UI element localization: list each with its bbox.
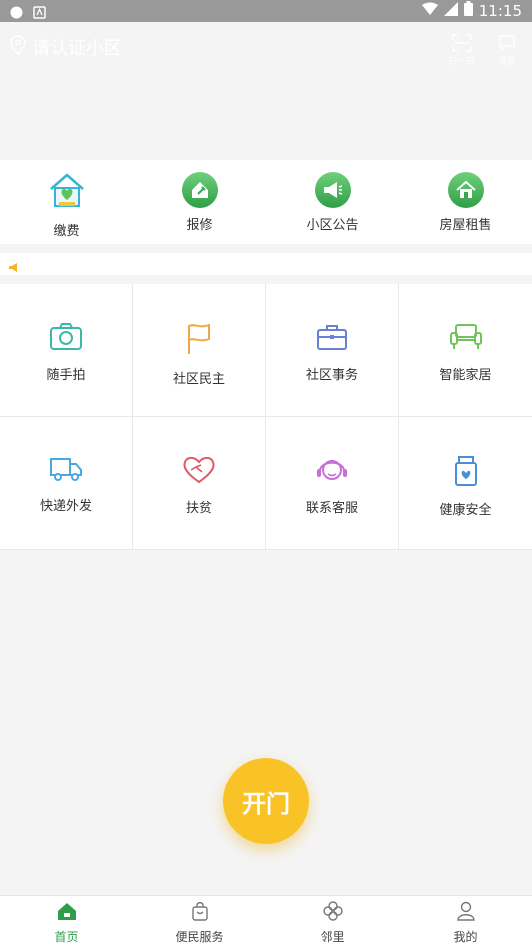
wifi-icon xyxy=(421,2,438,20)
location-selector[interactable]: 请认证小区 xyxy=(10,34,122,60)
repair-icon xyxy=(181,172,218,208)
house-icon xyxy=(447,172,484,208)
message-button[interactable]: 消息 xyxy=(498,34,516,67)
signal-icon xyxy=(443,1,458,20)
header: 请认证小区 扫一扫 消息 xyxy=(0,22,532,160)
service-photo-report[interactable]: 随手拍 xyxy=(0,284,133,417)
tab-mine[interactable]: 我的 xyxy=(399,896,532,944)
announcement-icon xyxy=(8,258,20,277)
notification-dot-icon xyxy=(10,4,23,23)
message-label: 消息 xyxy=(498,57,517,67)
service-express-delivery[interactable]: 快递外发 xyxy=(0,417,133,550)
location-pin-icon xyxy=(10,34,26,60)
truck-icon xyxy=(49,455,83,487)
location-text: 请认证小区 xyxy=(32,38,122,59)
service-health-safety[interactable]: 健康安全 xyxy=(399,417,532,550)
service-smart-home[interactable]: 智能家居 xyxy=(399,284,532,417)
jar-icon xyxy=(452,455,480,491)
clover-icon xyxy=(322,901,343,925)
service-community-affairs[interactable]: 社区事务 xyxy=(266,284,399,417)
notice-bar[interactable] xyxy=(0,253,532,275)
scan-icon xyxy=(448,34,475,52)
service-community-democracy[interactable]: 社区民主 xyxy=(133,284,266,417)
clock: 11:15 xyxy=(478,1,522,20)
service-customer-support[interactable]: 联系客服 xyxy=(266,417,399,550)
open-door-button[interactable]: 开门 xyxy=(223,758,309,844)
quick-action-repair[interactable]: 报修 xyxy=(133,160,266,244)
battery-icon xyxy=(463,1,473,20)
tab-neighbors[interactable]: 邻里 xyxy=(266,896,399,944)
status-bar: 11:15 xyxy=(0,0,532,22)
scan-button[interactable]: 扫一扫 xyxy=(448,34,475,67)
camera-icon xyxy=(49,322,83,356)
quick-action-payment[interactable]: 缴费 xyxy=(0,160,133,244)
house-heart-icon xyxy=(48,172,86,214)
home-icon xyxy=(57,901,77,925)
bag-icon xyxy=(190,901,210,925)
tab-home[interactable]: 首页 xyxy=(0,896,133,944)
user-icon xyxy=(456,901,476,925)
service-poverty-relief[interactable]: 扶贫 xyxy=(133,417,266,550)
service-grid: 随手拍 社区民主 社区事务 智能家居 快递外发 扶贫 联系客服 健康安全 xyxy=(0,284,532,550)
quick-actions: 缴费 报修 小区公告 房屋租售 xyxy=(0,160,532,244)
tab-services[interactable]: 便民服务 xyxy=(133,896,266,944)
bottom-tab-bar: 首页 便民服务 邻里 我的 xyxy=(0,895,532,944)
message-icon xyxy=(498,34,516,52)
briefcase-icon xyxy=(316,322,348,356)
app-notification-icon xyxy=(33,4,46,23)
heart-hand-icon xyxy=(182,455,216,489)
quick-action-notice[interactable]: 小区公告 xyxy=(266,160,399,244)
sofa-icon xyxy=(449,322,483,356)
megaphone-icon xyxy=(314,172,351,208)
scan-label: 扫一扫 xyxy=(448,57,476,67)
flag-icon xyxy=(182,322,216,360)
headset-icon xyxy=(315,455,349,489)
quick-action-rental[interactable]: 房屋租售 xyxy=(399,160,532,244)
